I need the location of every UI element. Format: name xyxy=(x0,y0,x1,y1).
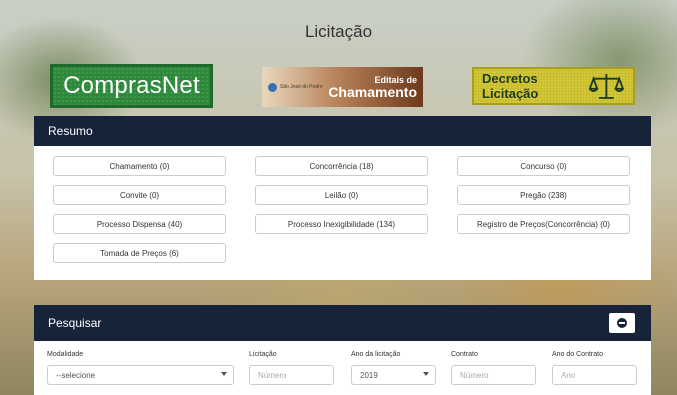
chevron-down-icon xyxy=(423,372,429,376)
comprasnet-logo-text: ComprasNet xyxy=(63,72,200,99)
editais-line2: Chamamento xyxy=(328,83,417,100)
resumo-leilao-button[interactable]: Leilão (0) xyxy=(255,185,428,205)
editais-chamamento-logo-link[interactable]: São José do Pedro Editais de Chamamento xyxy=(262,67,423,107)
resumo-tomada-precos-button[interactable]: Tomada de Preços (6) xyxy=(53,243,226,263)
resumo-concurso-button[interactable]: Concurso (0) xyxy=(457,156,630,176)
resumo-title: Resumo xyxy=(48,124,93,138)
ano-licitacao-value: 2019 xyxy=(360,370,378,380)
modalidade-select-value: --selecione xyxy=(56,370,96,380)
resumo-chamamento-button[interactable]: Chamamento (0) xyxy=(53,156,226,176)
city-seal-icon xyxy=(268,82,277,92)
resumo-header: Resumo xyxy=(34,116,651,146)
resumo-processo-inexigibilidade-button[interactable]: Processo Inexigibilidade (134) xyxy=(255,214,428,234)
ano-contrato-placeholder: Ano xyxy=(561,370,576,380)
resumo-convite-button[interactable]: Convite (0) xyxy=(53,185,226,205)
page-title: Licitação xyxy=(304,22,373,41)
comprasnet-logo-link[interactable]: ComprasNet xyxy=(50,64,213,108)
contrato-label: Contrato xyxy=(451,351,478,358)
resumo-concorrencia-button[interactable]: Concorrência (18) xyxy=(255,156,428,176)
licitacao-number-input[interactable]: Número xyxy=(249,365,334,385)
scales-of-justice-icon xyxy=(588,74,625,99)
collapse-toggle-button[interactable] xyxy=(609,313,635,333)
resumo-registro-precos-button[interactable]: Registro de Preços(Concorrência) (0) xyxy=(457,214,630,234)
editais-text: Editais de Chamamento xyxy=(328,75,417,100)
pesquisar-title: Pesquisar xyxy=(48,316,102,330)
minus-circle-icon xyxy=(617,318,627,328)
editais-badge: São José do Pedro xyxy=(268,82,323,92)
modalidade-label: Modalidade xyxy=(47,351,84,358)
pesquisar-header: Pesquisar xyxy=(34,305,651,341)
resumo-panel: Resumo Chamamento (0) Concorrência (18) … xyxy=(34,116,651,280)
contrato-number-input[interactable]: Número xyxy=(451,365,536,385)
ano-contrato-input[interactable]: Ano xyxy=(552,365,637,385)
resumo-processo-dispensa-button[interactable]: Processo Dispensa (40) xyxy=(53,214,226,234)
ano-contrato-label: Ano do Contrato xyxy=(552,351,603,358)
licitacao-label: Licitação xyxy=(249,351,277,358)
licitacao-placeholder: Número xyxy=(258,370,287,380)
ano-licitacao-select[interactable]: 2019 xyxy=(351,365,436,385)
decretos-licitacao-logo-link[interactable]: Decretos Licitação xyxy=(472,67,635,105)
editais-badge-text: São José do Pedro xyxy=(280,84,323,90)
contrato-placeholder: Número xyxy=(460,370,489,380)
resumo-pregao-button[interactable]: Pregão (238) xyxy=(457,185,630,205)
ano-licitacao-label: Ano da licitação xyxy=(351,351,401,358)
chevron-down-icon xyxy=(221,372,227,376)
decretos-logo-text: Decretos Licitação xyxy=(482,71,539,101)
modalidade-select[interactable]: --selecione xyxy=(47,365,234,385)
